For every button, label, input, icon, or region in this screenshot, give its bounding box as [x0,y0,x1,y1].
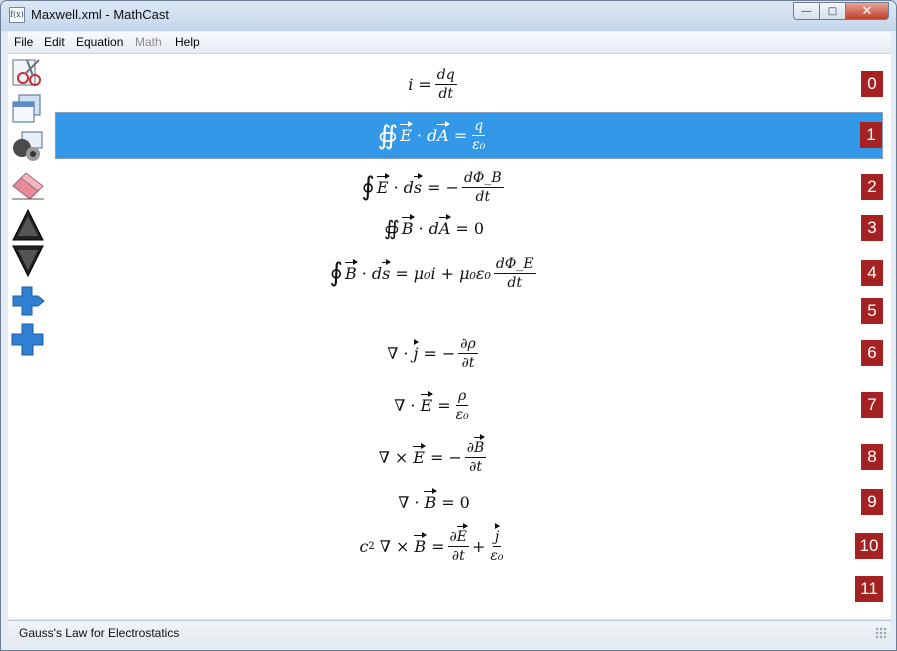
paste-icon [13,131,43,161]
paste-button[interactable] [10,130,46,164]
equation-number: 4 [861,260,883,286]
equation-number: 11 [855,576,883,602]
equation-expression: ∮ E · d s = − dΦ_B dt [361,169,504,205]
equation-number: 1 [860,122,882,148]
equation-number: 10 [855,533,883,559]
insert-after-button[interactable] [10,284,46,318]
equation-row-7[interactable]: ∇ · E = ρ ε₀ 7 [55,382,883,428]
menu-math[interactable]: Math [135,35,162,49]
formula-doc-icon: f(x) [9,7,25,23]
equation-row-3[interactable]: ∯ B · d A = 0 3 [55,212,883,244]
equation-expression: ∇ · B = 0 [398,487,470,512]
equation-number: 8 [861,444,883,470]
menu-file[interactable]: File [14,35,33,49]
move-up-button[interactable] [10,208,46,242]
add-plus-icon [11,323,44,356]
equation-row-4[interactable]: ∮ B · d s = μ₀ i + μ₀ ε₀ dΦ_E dt 4 [55,250,883,296]
main-window: f(x) Maxwell.xml - MathCast ― □ ✕ File E… [0,0,897,651]
copy-icon [12,94,41,123]
menu-equation[interactable]: Equation [76,35,123,49]
minimize-icon: ― [801,5,812,17]
equation-number: 5 [861,298,883,324]
equation-number: 2 [861,174,883,200]
minimize-button[interactable]: ― [793,2,819,20]
editor-area: i = dq dt 0 ∯ E · d A = q ε₀ 1 ∮ E · d s = − dΦ_B dt 2 [8,54,891,619]
equation-expression: ∯ E · d A = q ε₀ [377,118,486,153]
equation-row-6[interactable]: ∇ · j = − ∂ρ ∂t 6 [55,330,883,376]
equation-expression: c 2 ∇ × B = ∂E ∂t + j ε₀ [359,522,504,564]
equation-number: 0 [861,71,883,97]
move-up-triangle-icon [12,208,44,241]
equation-number: 6 [861,340,883,366]
equation-row-0[interactable]: i = dq dt 0 [55,62,883,106]
resize-grip-icon[interactable] [875,627,887,639]
title-bar[interactable]: f(x) Maxwell.xml - MathCast ― □ ✕ [1,1,896,31]
window-title: Maxwell.xml - MathCast [31,7,169,22]
status-text: Gauss's Law for Electrostatics [19,626,180,640]
menu-bar: File Edit Equation Math Help [8,32,891,54]
equation-expression: ∇ · j = − ∂ρ ∂t [387,335,478,371]
equation-expression: ∯ B · d A = 0 [383,213,485,240]
status-bar: Gauss's Law for Electrostatics [8,620,891,644]
equation-number: 7 [861,392,883,418]
equation-row-5[interactable]: 5 [55,298,883,326]
menu-edit[interactable]: Edit [44,35,65,49]
equation-row-9[interactable]: ∇ · B = 0 9 [55,486,883,518]
equation-expression: ∮ B · d s = μ₀ i + μ₀ ε₀ dΦ_E dt [329,255,536,291]
equation-row-10[interactable]: c 2 ∇ × B = ∂E ∂t + j ε₀ 10 [55,522,883,570]
equation-row-8[interactable]: ∇ × E = − ∂B ∂t 8 [55,433,883,480]
equation-number: 9 [861,489,883,515]
equation-row-1[interactable]: ∯ E · d A = q ε₀ 1 [55,112,883,159]
erase-button[interactable] [10,168,46,202]
eraser-icon [12,172,44,200]
insert-after-icon [12,286,45,316]
move-down-triangle-icon [12,245,44,278]
equation-list: i = dq dt 0 ∯ E · d A = q ε₀ 1 ∮ E · d s = − dΦ_B dt 2 [55,54,883,619]
close-icon: ✕ [861,3,873,19]
equation-number: 3 [861,215,883,241]
equation-expression: i = dq dt [408,66,457,102]
maximize-button[interactable]: □ [819,2,845,20]
equation-expression: ∇ · E = ρ ε₀ [394,387,469,423]
cut-button[interactable] [10,56,46,90]
equation-row-11[interactable]: 11 [55,576,883,604]
scissors-cut-icon [12,59,41,86]
copy-button[interactable] [10,92,46,126]
close-button[interactable]: ✕ [845,2,889,20]
move-down-button[interactable] [10,244,46,278]
menu-help[interactable]: Help [175,35,200,49]
equation-expression: ∇ × E = − ∂B ∂t [378,433,487,475]
equation-row-2[interactable]: ∮ E · d s = − dΦ_B dt 2 [55,164,883,210]
maximize-icon: □ [827,5,838,17]
add-equation-button[interactable] [10,322,46,356]
